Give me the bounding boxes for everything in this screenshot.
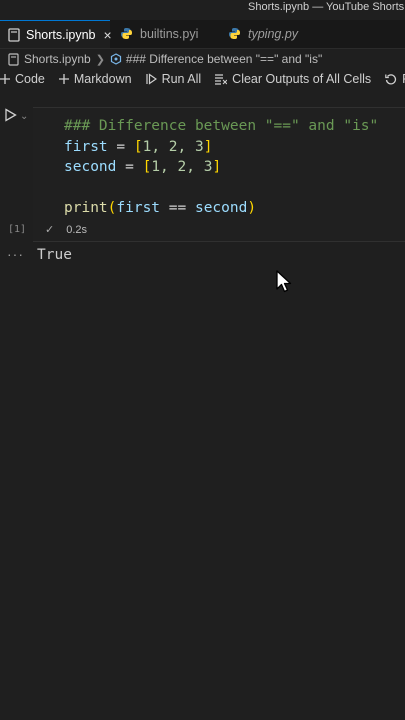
tab-label: Shorts.ipynb — [26, 27, 96, 42]
run-all-button[interactable]: Run All — [145, 72, 202, 86]
code-token: == — [160, 200, 195, 216]
cell-status: ✓ 0.2s — [45, 223, 88, 237]
tab-label: typing.py — [248, 27, 299, 41]
mouse-cursor-icon — [276, 270, 292, 299]
breadcrumb-file[interactable]: Shorts.ipynb — [24, 52, 91, 66]
add-markdown-cell-button[interactable]: Markdown — [58, 72, 132, 86]
code-token: ] — [212, 159, 222, 175]
markdown-section-icon — [110, 53, 122, 65]
close-icon[interactable]: × — [103, 27, 111, 43]
tab-builtins-pyi[interactable]: builtins.pyi — [112, 20, 216, 48]
cell-output: True — [37, 247, 72, 263]
code-token: print — [64, 200, 108, 216]
code-token: ] — [203, 138, 213, 155]
code-token: second — [194, 200, 248, 216]
window-title: Shorts.ipynb — YouTube Shorts S — [248, 1, 405, 13]
breadcrumb-section[interactable]: ### Difference between "==" and "is" — [126, 52, 322, 66]
markdown-button-label: Markdown — [73, 72, 132, 86]
window-title-bar: Shorts.ipynb — YouTube Shorts S — [0, 0, 405, 14]
code-token: = — [107, 138, 134, 155]
restart-button[interactable]: Re — [385, 72, 405, 86]
code-editor[interactable]: ### Difference between "==" and "is" fir… — [64, 116, 378, 219]
python-icon — [120, 27, 134, 41]
notebook-toolbar: Code Markdown Run All Clear Outputs of A… — [0, 69, 405, 89]
chevron-down-icon[interactable]: ⌄ — [20, 111, 28, 122]
code-token: = — [116, 159, 143, 175]
plus-icon — [58, 74, 69, 84]
chevron-right-icon: ❯ — [95, 53, 105, 66]
code-token: 1, 2, 3 — [142, 138, 204, 155]
tab-label: builtins.pyi — [140, 27, 199, 41]
clear-all-icon — [215, 73, 228, 85]
code-button-label: Code — [15, 72, 45, 86]
clear-outputs-label: Clear Outputs of All Cells — [232, 72, 372, 86]
run-all-icon — [145, 73, 157, 85]
add-code-cell-button[interactable]: Code — [0, 72, 45, 86]
cell-duration: 0.2s — [66, 223, 88, 236]
code-token: [ — [133, 138, 143, 155]
play-icon — [5, 108, 17, 122]
breadcrumb: Shorts.ipynb ❯ ### Difference between "=… — [0, 49, 405, 69]
run-cell-button[interactable] — [4, 108, 17, 127]
run-all-label: Run All — [161, 72, 202, 86]
execution-count: [1] — [8, 224, 27, 235]
code-token: 1, 2, 3 — [151, 159, 213, 175]
clear-outputs-button[interactable]: Clear Outputs of All Cells — [215, 72, 371, 86]
code-token: second — [64, 159, 117, 175]
code-token: first — [116, 200, 161, 216]
notebook-icon — [8, 52, 19, 66]
code-token: first — [64, 138, 108, 155]
restart-icon — [385, 74, 397, 85]
tab-shorts-ipynb[interactable]: Shorts.ipynb × — [0, 20, 112, 48]
notebook-icon — [8, 27, 20, 42]
plus-icon — [0, 74, 10, 84]
python-icon — [228, 27, 242, 41]
code-token: ) — [247, 200, 257, 216]
output-more-icon[interactable]: ··· — [7, 246, 24, 262]
check-icon: ✓ — [45, 224, 55, 236]
editor-tabs: Shorts.ipynb × builtins.pyi typing.py — [0, 20, 405, 49]
code-comment: ### Difference between "==" and "is" — [64, 118, 379, 134]
tab-typing-py[interactable]: typing.py — [220, 20, 320, 48]
